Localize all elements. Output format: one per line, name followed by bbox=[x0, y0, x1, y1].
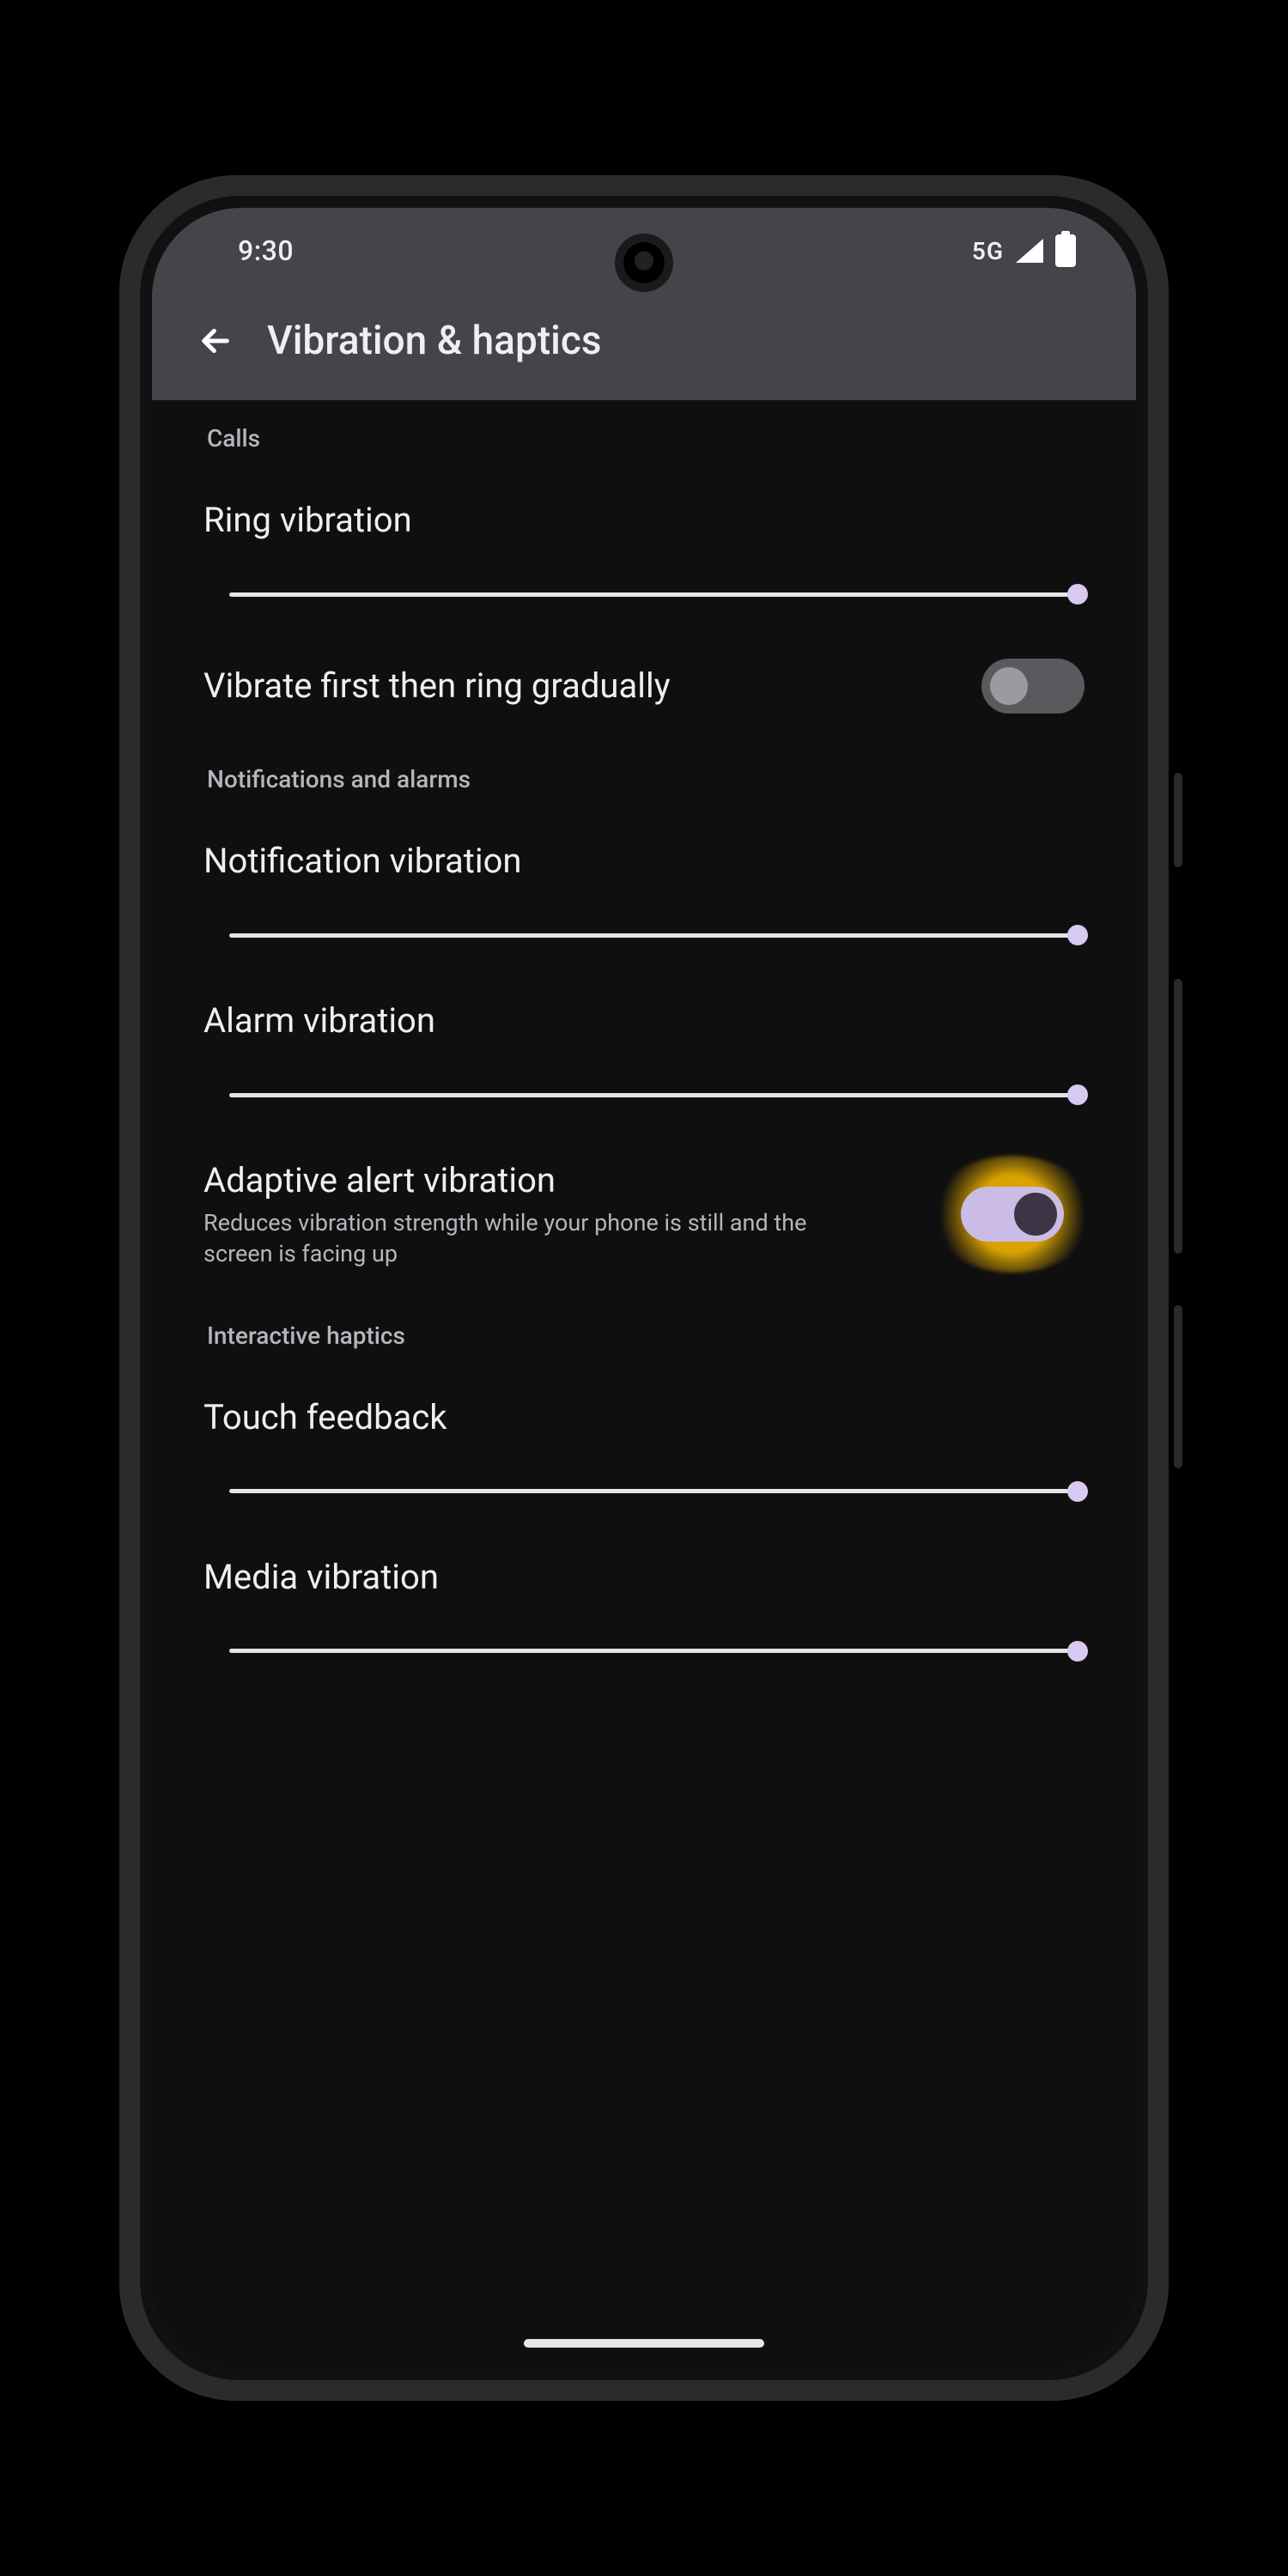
notification-vibration-slider[interactable] bbox=[229, 922, 1084, 948]
status-time: 9:30 bbox=[238, 234, 294, 267]
item-title: Adaptive alert vibration bbox=[204, 1159, 914, 1202]
item-ring-vibration[interactable]: Ring vibration bbox=[204, 499, 1084, 607]
hw-button-3 bbox=[1174, 1305, 1182, 1468]
item-title: Alarm vibration bbox=[204, 999, 1084, 1042]
item-subtitle: Reduces vibration strength while your ph… bbox=[204, 1207, 873, 1270]
front-camera bbox=[623, 242, 665, 283]
screen: 9:30 5G Vibration & haptics bbox=[152, 208, 1136, 2368]
adaptive-alert-toggle[interactable] bbox=[961, 1187, 1064, 1242]
hw-button-1 bbox=[1174, 773, 1182, 867]
item-title: Notification vibration bbox=[204, 840, 1084, 883]
content[interactable]: Calls Ring vibration Vibrate first then … bbox=[152, 400, 1136, 1664]
item-notification-vibration[interactable]: Notification vibration bbox=[204, 840, 1084, 948]
item-adaptive-alert[interactable]: Adaptive alert vibration Reduces vibrati… bbox=[204, 1159, 1084, 1270]
back-button[interactable] bbox=[195, 320, 236, 361]
item-vibrate-first[interactable]: Vibrate first then ring gradually bbox=[204, 659, 1084, 714]
slider-thumb[interactable] bbox=[1067, 584, 1088, 605]
slider-track bbox=[229, 592, 1084, 597]
item-alarm-vibration[interactable]: Alarm vibration bbox=[204, 999, 1084, 1108]
hw-button-2 bbox=[1174, 979, 1182, 1254]
slider-thumb[interactable] bbox=[1067, 1084, 1088, 1105]
slider-track bbox=[229, 1649, 1084, 1653]
alarm-vibration-slider[interactable] bbox=[229, 1082, 1084, 1108]
section-label-calls: Calls bbox=[207, 424, 1084, 453]
touch-feedback-slider[interactable] bbox=[229, 1479, 1084, 1504]
toggle-knob bbox=[990, 667, 1028, 705]
page-title: Vibration & haptics bbox=[267, 318, 602, 364]
slider-track bbox=[229, 933, 1084, 938]
item-touch-feedback[interactable]: Touch feedback bbox=[204, 1396, 1084, 1504]
vibrate-first-toggle[interactable] bbox=[981, 659, 1084, 714]
arrow-left-icon bbox=[198, 324, 233, 358]
item-title: Media vibration bbox=[204, 1556, 1084, 1599]
slider-thumb[interactable] bbox=[1067, 1641, 1088, 1662]
phone-frame: 9:30 5G Vibration & haptics bbox=[116, 172, 1172, 2404]
battery-icon bbox=[1055, 234, 1076, 267]
item-media-vibration[interactable]: Media vibration bbox=[204, 1556, 1084, 1664]
item-title: Vibrate first then ring gradually bbox=[204, 665, 956, 708]
slider-track bbox=[229, 1489, 1084, 1493]
toggle-knob bbox=[1014, 1193, 1057, 1236]
item-title: Touch feedback bbox=[204, 1396, 1084, 1439]
section-label-notif: Notifications and alarms bbox=[207, 765, 1084, 793]
home-indicator[interactable] bbox=[524, 2339, 764, 2348]
highlight-ring bbox=[940, 1166, 1084, 1262]
section-label-interactive: Interactive haptics bbox=[207, 1321, 1084, 1350]
item-title: Ring vibration bbox=[204, 499, 1084, 542]
media-vibration-slider[interactable] bbox=[229, 1638, 1084, 1664]
slider-track bbox=[229, 1093, 1084, 1097]
slider-thumb[interactable] bbox=[1067, 925, 1088, 945]
network-type-icon: 5G bbox=[972, 237, 1004, 265]
slider-thumb[interactable] bbox=[1067, 1481, 1088, 1502]
signal-icon bbox=[1016, 239, 1043, 263]
ring-vibration-slider[interactable] bbox=[229, 581, 1084, 607]
app-header: Vibration & haptics bbox=[152, 294, 1136, 400]
